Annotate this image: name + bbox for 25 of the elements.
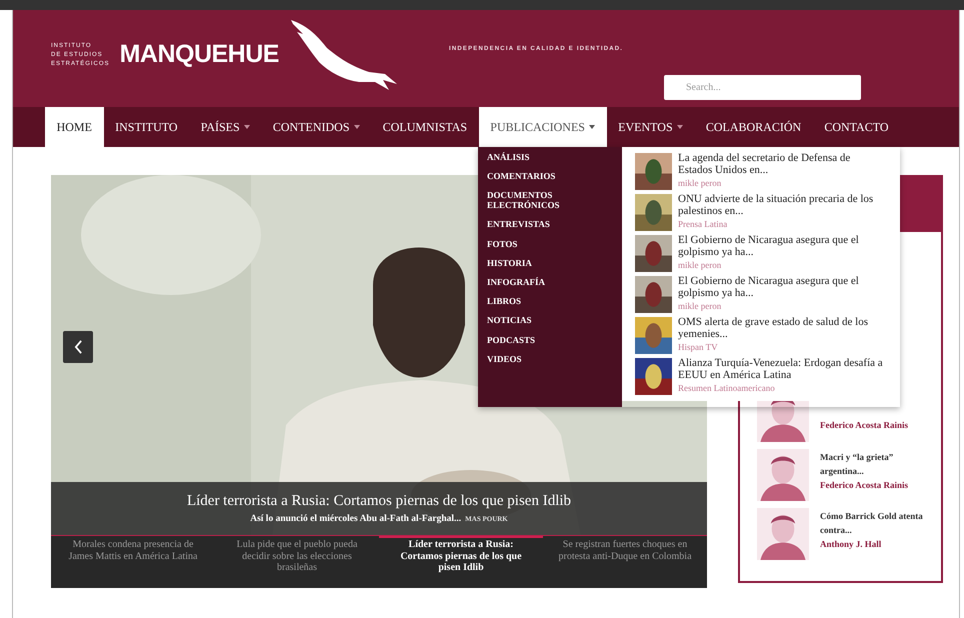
author-link[interactable]: Federico Acosta Rainis [820, 420, 932, 430]
nav-tab[interactable]: HOME [45, 107, 104, 147]
site-logo[interactable]: MANQUEHUE [120, 40, 279, 69]
nav-tab[interactable]: INSTITUTO [104, 107, 190, 147]
nav-tab[interactable]: COLABORACIÓN [694, 107, 813, 147]
nav-tab[interactable]: COLUMNISTAS [371, 107, 479, 147]
news-title[interactable]: El Gobierno de Nicaragua asegura que el golpismo ya ha... [678, 235, 883, 258]
nav-tab[interactable]: CONTENIDOS [261, 107, 372, 147]
news-title[interactable]: OMS alerta de grave estado de salud de los yemenies... [678, 317, 883, 340]
nav-tab[interactable]: CONTACTO [812, 107, 900, 147]
search-field[interactable]: Search... [664, 75, 861, 100]
news-title[interactable]: Alianza Turquía-Venezuela: Erdogan desafía a EEUU en América Latina [678, 358, 883, 382]
nav-tab[interactable]: PAÍSES [189, 107, 262, 147]
column-title[interactable]: Macri y “la grieta” argentina... [820, 451, 932, 478]
author-link[interactable]: Anthony J. Hall [820, 539, 932, 549]
author-link[interactable]: Federico Acosta Rainis [820, 480, 932, 490]
column-title[interactable]: Cómo Barrick Gold atenta contra... [820, 510, 932, 537]
news-title[interactable]: El Gobierno de Nicaragua asegura que el golpismo ya ha... [678, 276, 883, 300]
news-title[interactable]: La agenda del secretario de Defensa de Estados Unidos en... [678, 153, 883, 176]
condor-icon [288, 18, 399, 93]
nav-tab[interactable]: EVENTOS [606, 107, 694, 147]
menu-item[interactable]: ANÁLISIS [487, 153, 577, 163]
news-source: Resumen Latinoamericano [678, 383, 776, 394]
news-title[interactable]: ONU advierte de la situación precaria de los palestinos en... [678, 194, 883, 218]
nav-tab[interactable]: PUBLICACIONES [478, 107, 607, 147]
